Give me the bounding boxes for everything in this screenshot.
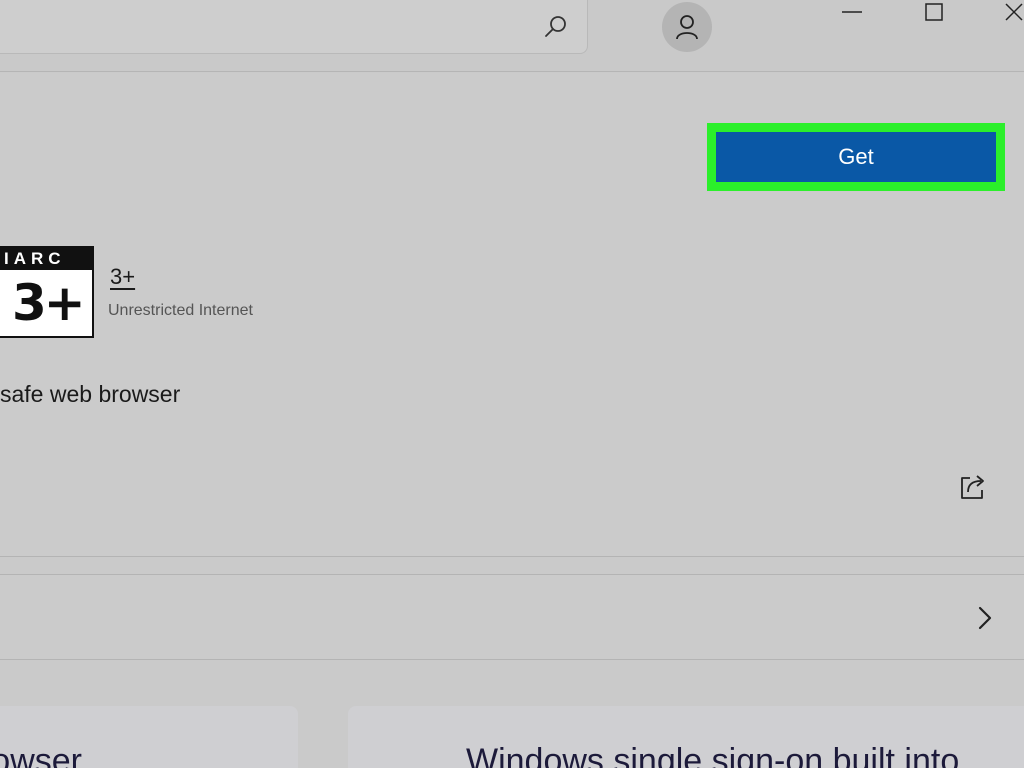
close-icon[interactable]	[996, 0, 1024, 30]
search-icon[interactable]	[543, 14, 569, 40]
feature-card-title: owser	[0, 742, 82, 768]
account-button[interactable]	[662, 2, 712, 52]
feature-card[interactable]: owser	[0, 706, 298, 768]
feature-card-title: Windows single sign-on built into	[466, 742, 960, 768]
app-tagline: safe web browser	[0, 381, 181, 407]
get-button[interactable]: Get	[714, 130, 998, 184]
iarc-rating-badge: IARC 3+	[0, 246, 94, 338]
expandable-section-row[interactable]	[0, 574, 1024, 660]
age-rating-link[interactable]: 3+	[110, 264, 135, 290]
iarc-board-label: IARC	[0, 248, 92, 270]
share-icon[interactable]	[956, 470, 988, 502]
search-input[interactable]	[0, 0, 588, 54]
maximize-icon[interactable]	[914, 0, 954, 30]
title-bar	[0, 0, 1024, 72]
chevron-right-icon	[978, 606, 992, 630]
rating-description: Unrestricted Internet	[108, 302, 253, 319]
account-icon	[676, 15, 698, 40]
feature-card[interactable]: Windows single sign-on built into	[348, 706, 1024, 768]
iarc-badge-rating: 3+	[12, 274, 86, 332]
minimize-icon[interactable]	[832, 0, 872, 30]
